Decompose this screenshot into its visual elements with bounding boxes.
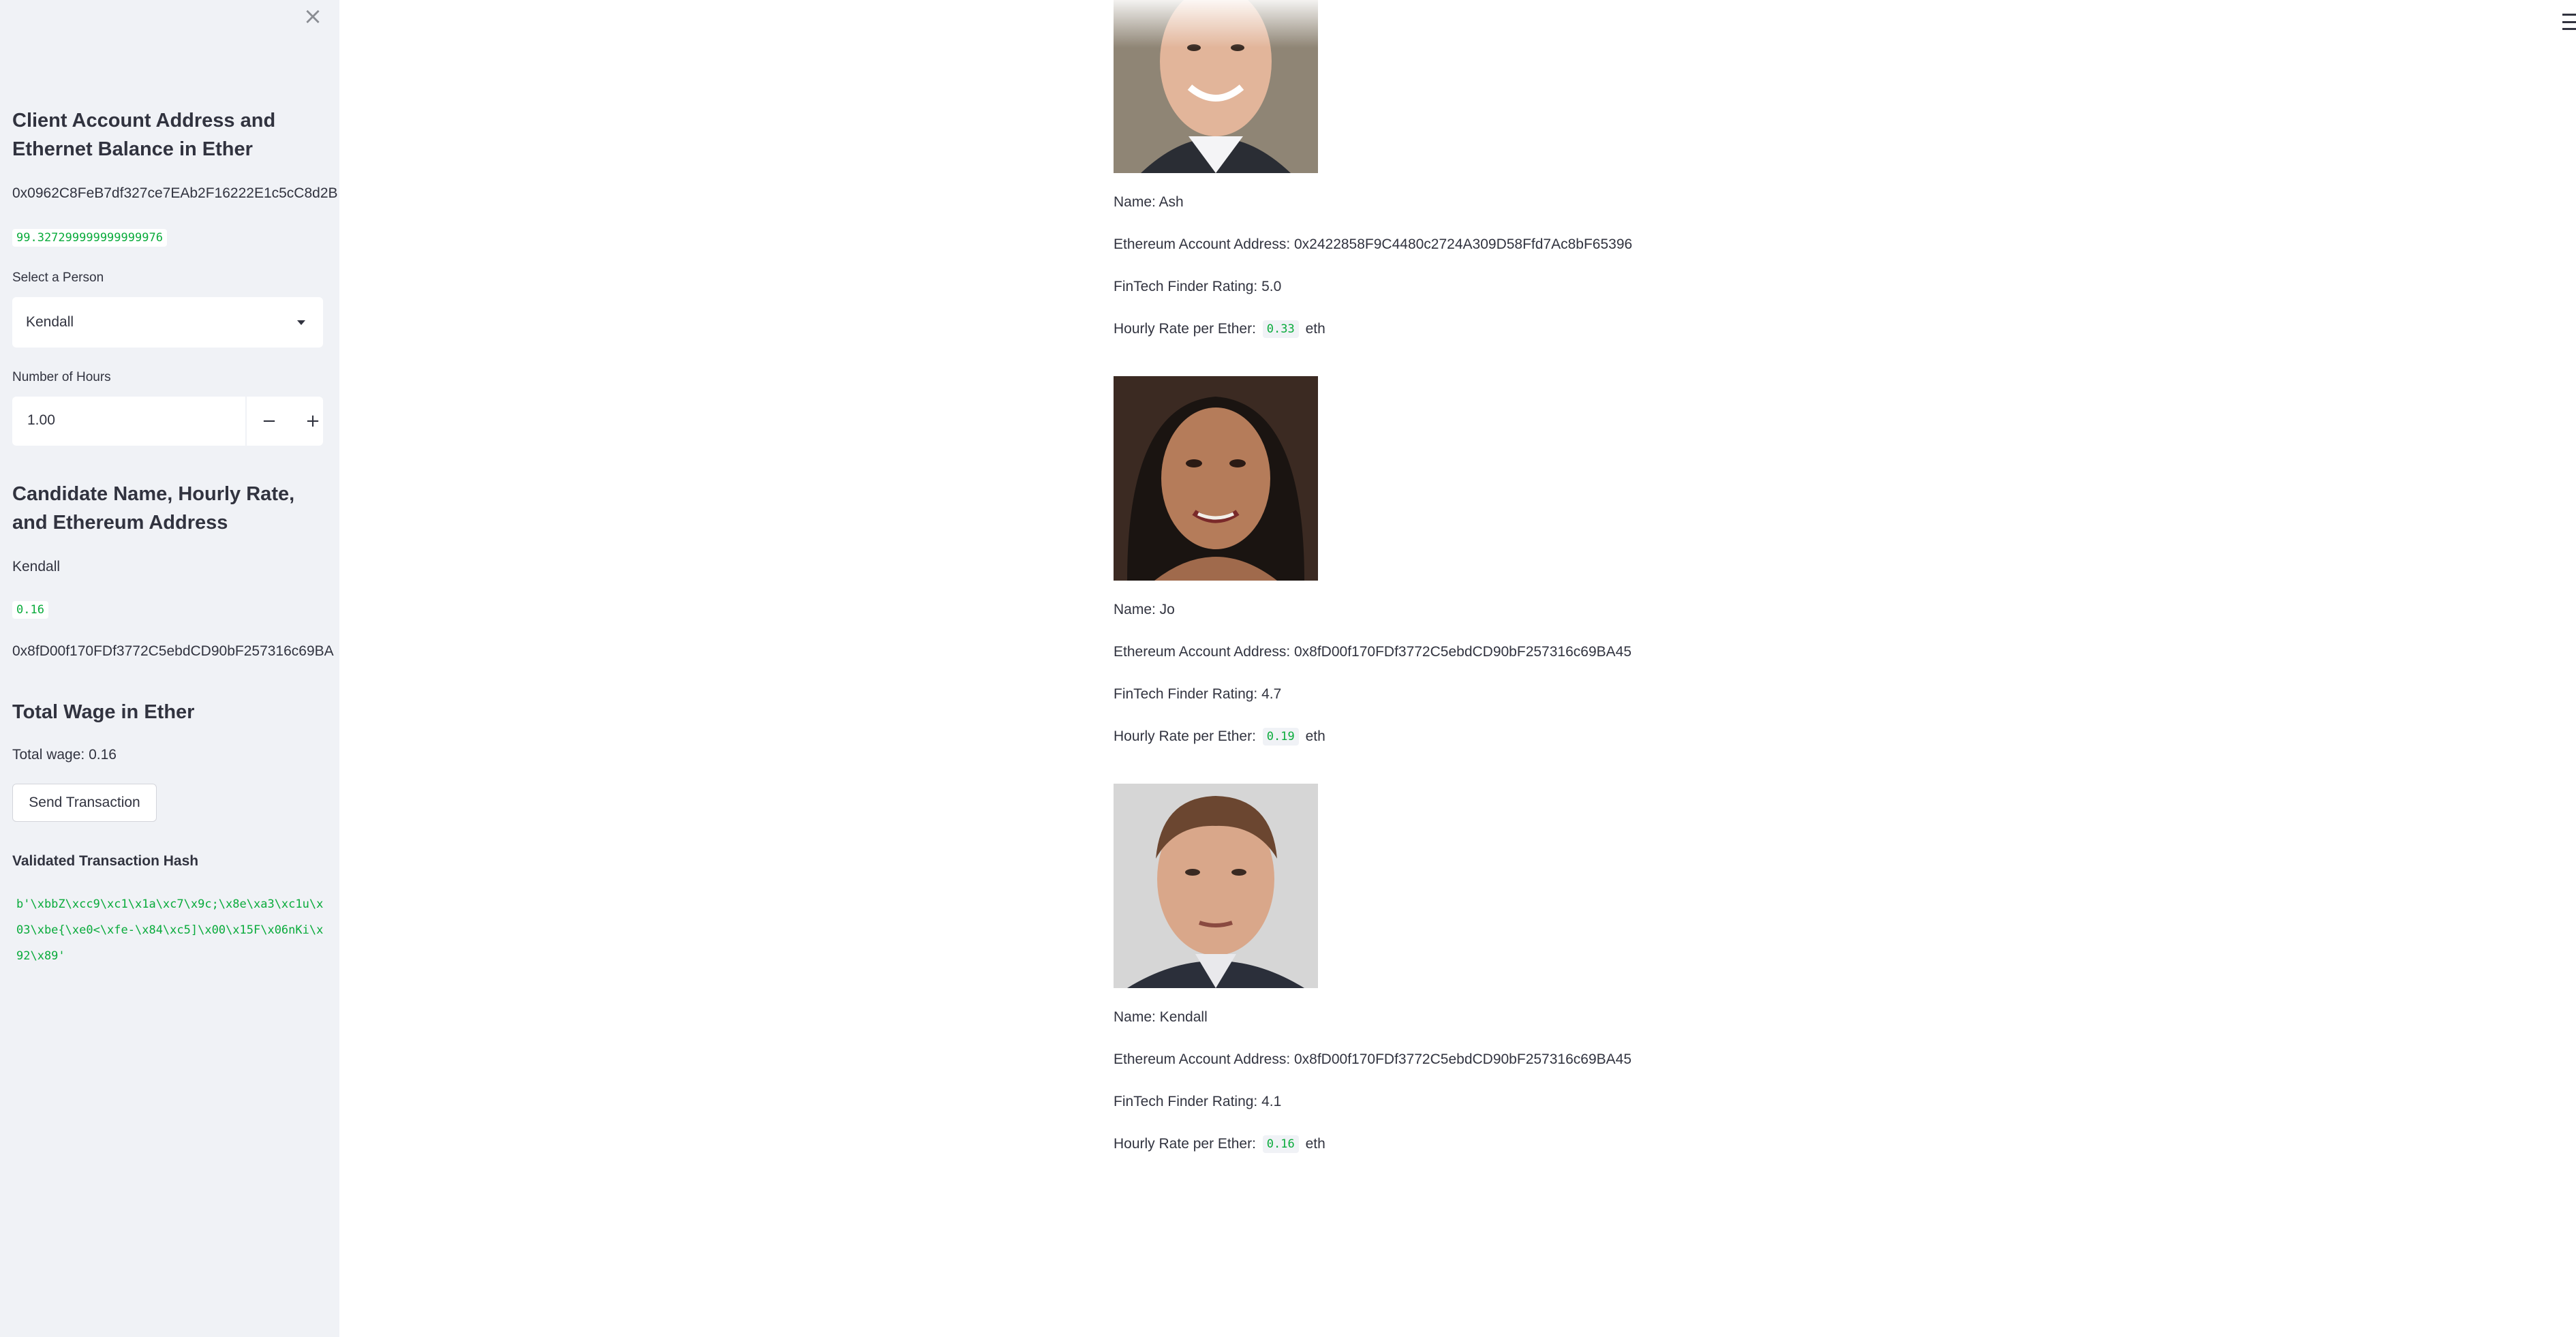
transaction-hash-label: Validated Transaction Hash: [12, 853, 199, 869]
candidate-name-ash: Name: Ash: [1114, 194, 1184, 210]
candidate-heading: Candidate Name, Hourly Rate, and Ethereu…: [12, 483, 295, 534]
decrement-button[interactable]: −: [245, 397, 292, 446]
hours-label: Number of Hours: [12, 370, 111, 384]
transaction-hash: b'\xbbZ\xcc9\xc1\x1a\xc7\x9c;\x8e\xa3\xc…: [16, 897, 324, 963]
candidate-rate-ash: Hourly Rate per Ether: 0.33 eth: [1114, 319, 1325, 339]
candidate-rate: 0.16: [12, 601, 48, 619]
sidebar: × Client Account Address and Ethernet Ba…: [0, 0, 339, 1337]
candidate-rate-jo: Hourly Rate per Ether: 0.19 eth: [1114, 726, 1325, 747]
rate-value: 0.19: [1262, 728, 1299, 746]
rate-label: Hourly Rate per Ether:: [1114, 728, 1256, 744]
person-select-value: Kendall: [26, 314, 74, 330]
person-select[interactable]: Kendall: [12, 297, 323, 348]
chevron-down-icon: [297, 320, 305, 325]
candidate-photo-kendall: [1114, 784, 1318, 988]
candidate-rating-ash: FinTech Finder Rating: 5.0: [1114, 279, 1282, 294]
send-transaction-button[interactable]: Send Transaction: [12, 784, 157, 822]
rate-value: 0.16: [1262, 1135, 1299, 1154]
candidate-rating-kendall: FinTech Finder Rating: 4.1: [1114, 1094, 1282, 1109]
rate-unit: eth: [1305, 321, 1325, 337]
candidate-address-ash: Ethereum Account Address: 0x2422858F9C44…: [1114, 236, 1633, 252]
candidate-name: Kendall: [12, 559, 61, 574]
rate-label: Hourly Rate per Ether:: [1114, 321, 1256, 337]
hamburger-menu-icon[interactable]: [2562, 14, 2576, 30]
candidate-photo-jo: [1114, 376, 1318, 581]
candidate-address: 0x8fD00f170FDf3772C5ebdCD90bF257316c69BA: [12, 643, 334, 659]
candidate-photo-ash: [1114, 0, 1318, 173]
hours-stepper: 1.00 − +: [12, 397, 323, 446]
client-account-heading: Client Account Address and Ethernet Bala…: [12, 110, 276, 160]
rate-label: Hourly Rate per Ether:: [1114, 1136, 1256, 1152]
client-balance: 99.327299999999999976: [12, 229, 167, 247]
close-sidebar-button[interactable]: ×: [303, 4, 323, 29]
candidate-address-kendall: Ethereum Account Address: 0x8fD00f170FDf…: [1114, 1051, 1631, 1067]
candidate-name-jo: Name: Jo: [1114, 602, 1175, 617]
hours-input[interactable]: 1.00: [27, 410, 55, 431]
select-person-label: Select a Person: [12, 271, 104, 285]
candidate-address-jo: Ethereum Account Address: 0x8fD00f170FDf…: [1114, 644, 1631, 660]
total-wage-text: Total wage: 0.16: [12, 747, 117, 763]
candidate-rate-kendall: Hourly Rate per Ether: 0.16 eth: [1114, 1134, 1325, 1154]
total-wage-heading: Total Wage in Ether: [12, 701, 195, 723]
rate-unit: eth: [1305, 1136, 1325, 1152]
increment-button[interactable]: +: [290, 397, 335, 446]
candidate-rating-jo: FinTech Finder Rating: 4.7: [1114, 686, 1282, 702]
rate-unit: eth: [1305, 728, 1325, 744]
candidate-name-kendall: Name: Kendall: [1114, 1009, 1208, 1025]
client-address: 0x0962C8FeB7df327ce7EAb2F16222E1c5cC8d2B: [12, 185, 338, 201]
rate-value: 0.33: [1262, 320, 1299, 339]
